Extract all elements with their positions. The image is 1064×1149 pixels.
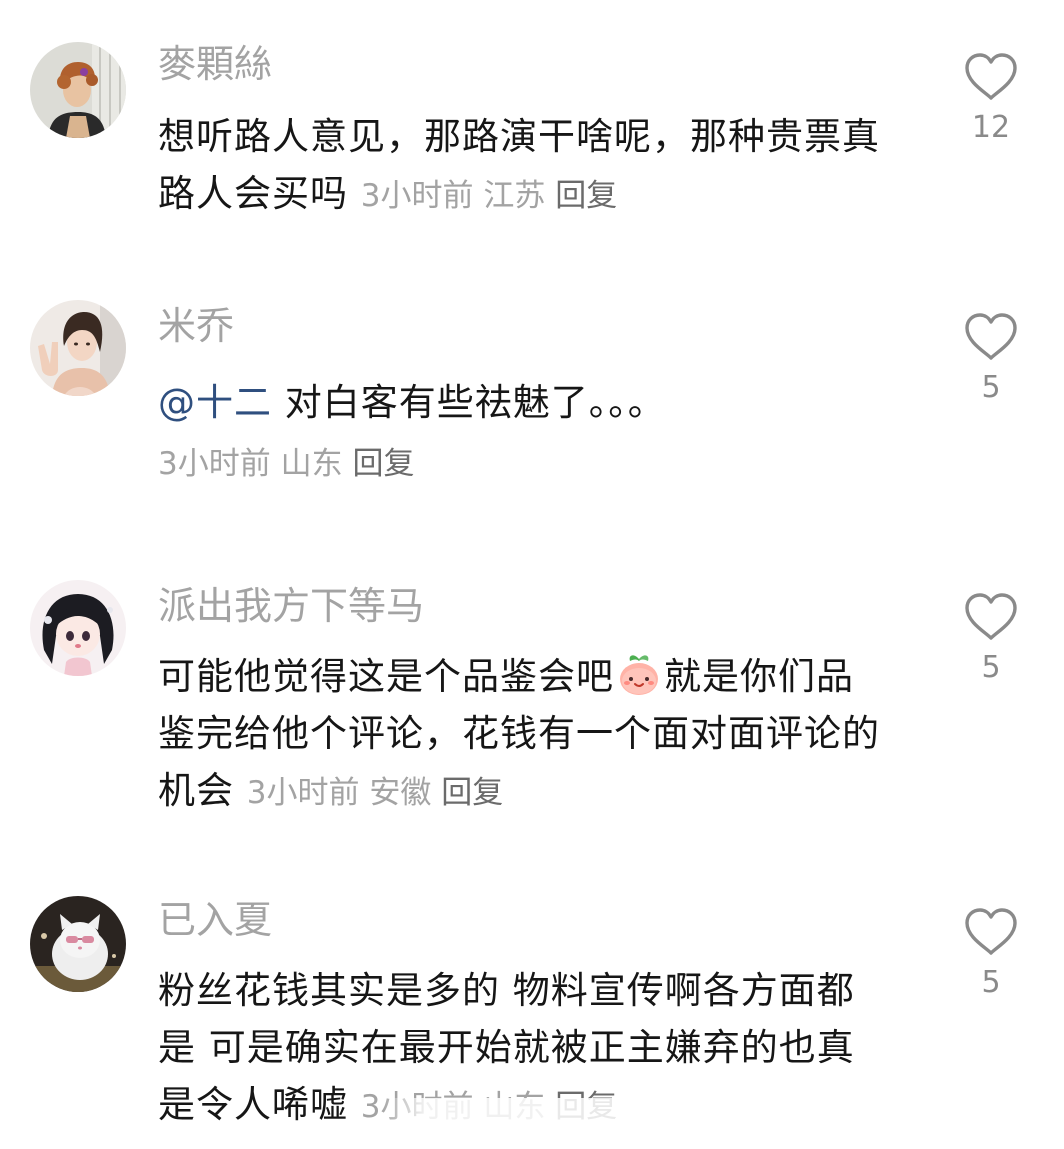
like-button[interactable]: 5	[950, 907, 1032, 1003]
comment-item: 已入夏 粉丝花钱其实是多的 物料宣传啊各方面都是 可是确实在最开始就被正主嫌弃的…	[0, 0, 1064, 1149]
watermark-overlay	[380, 1098, 680, 1138]
avatar-white-cat-image	[30, 896, 126, 992]
avatar[interactable]	[30, 896, 126, 992]
like-count: 5	[981, 965, 1001, 1000]
heart-outline-icon	[965, 908, 1017, 955]
username[interactable]: 已入夏	[158, 896, 272, 944]
